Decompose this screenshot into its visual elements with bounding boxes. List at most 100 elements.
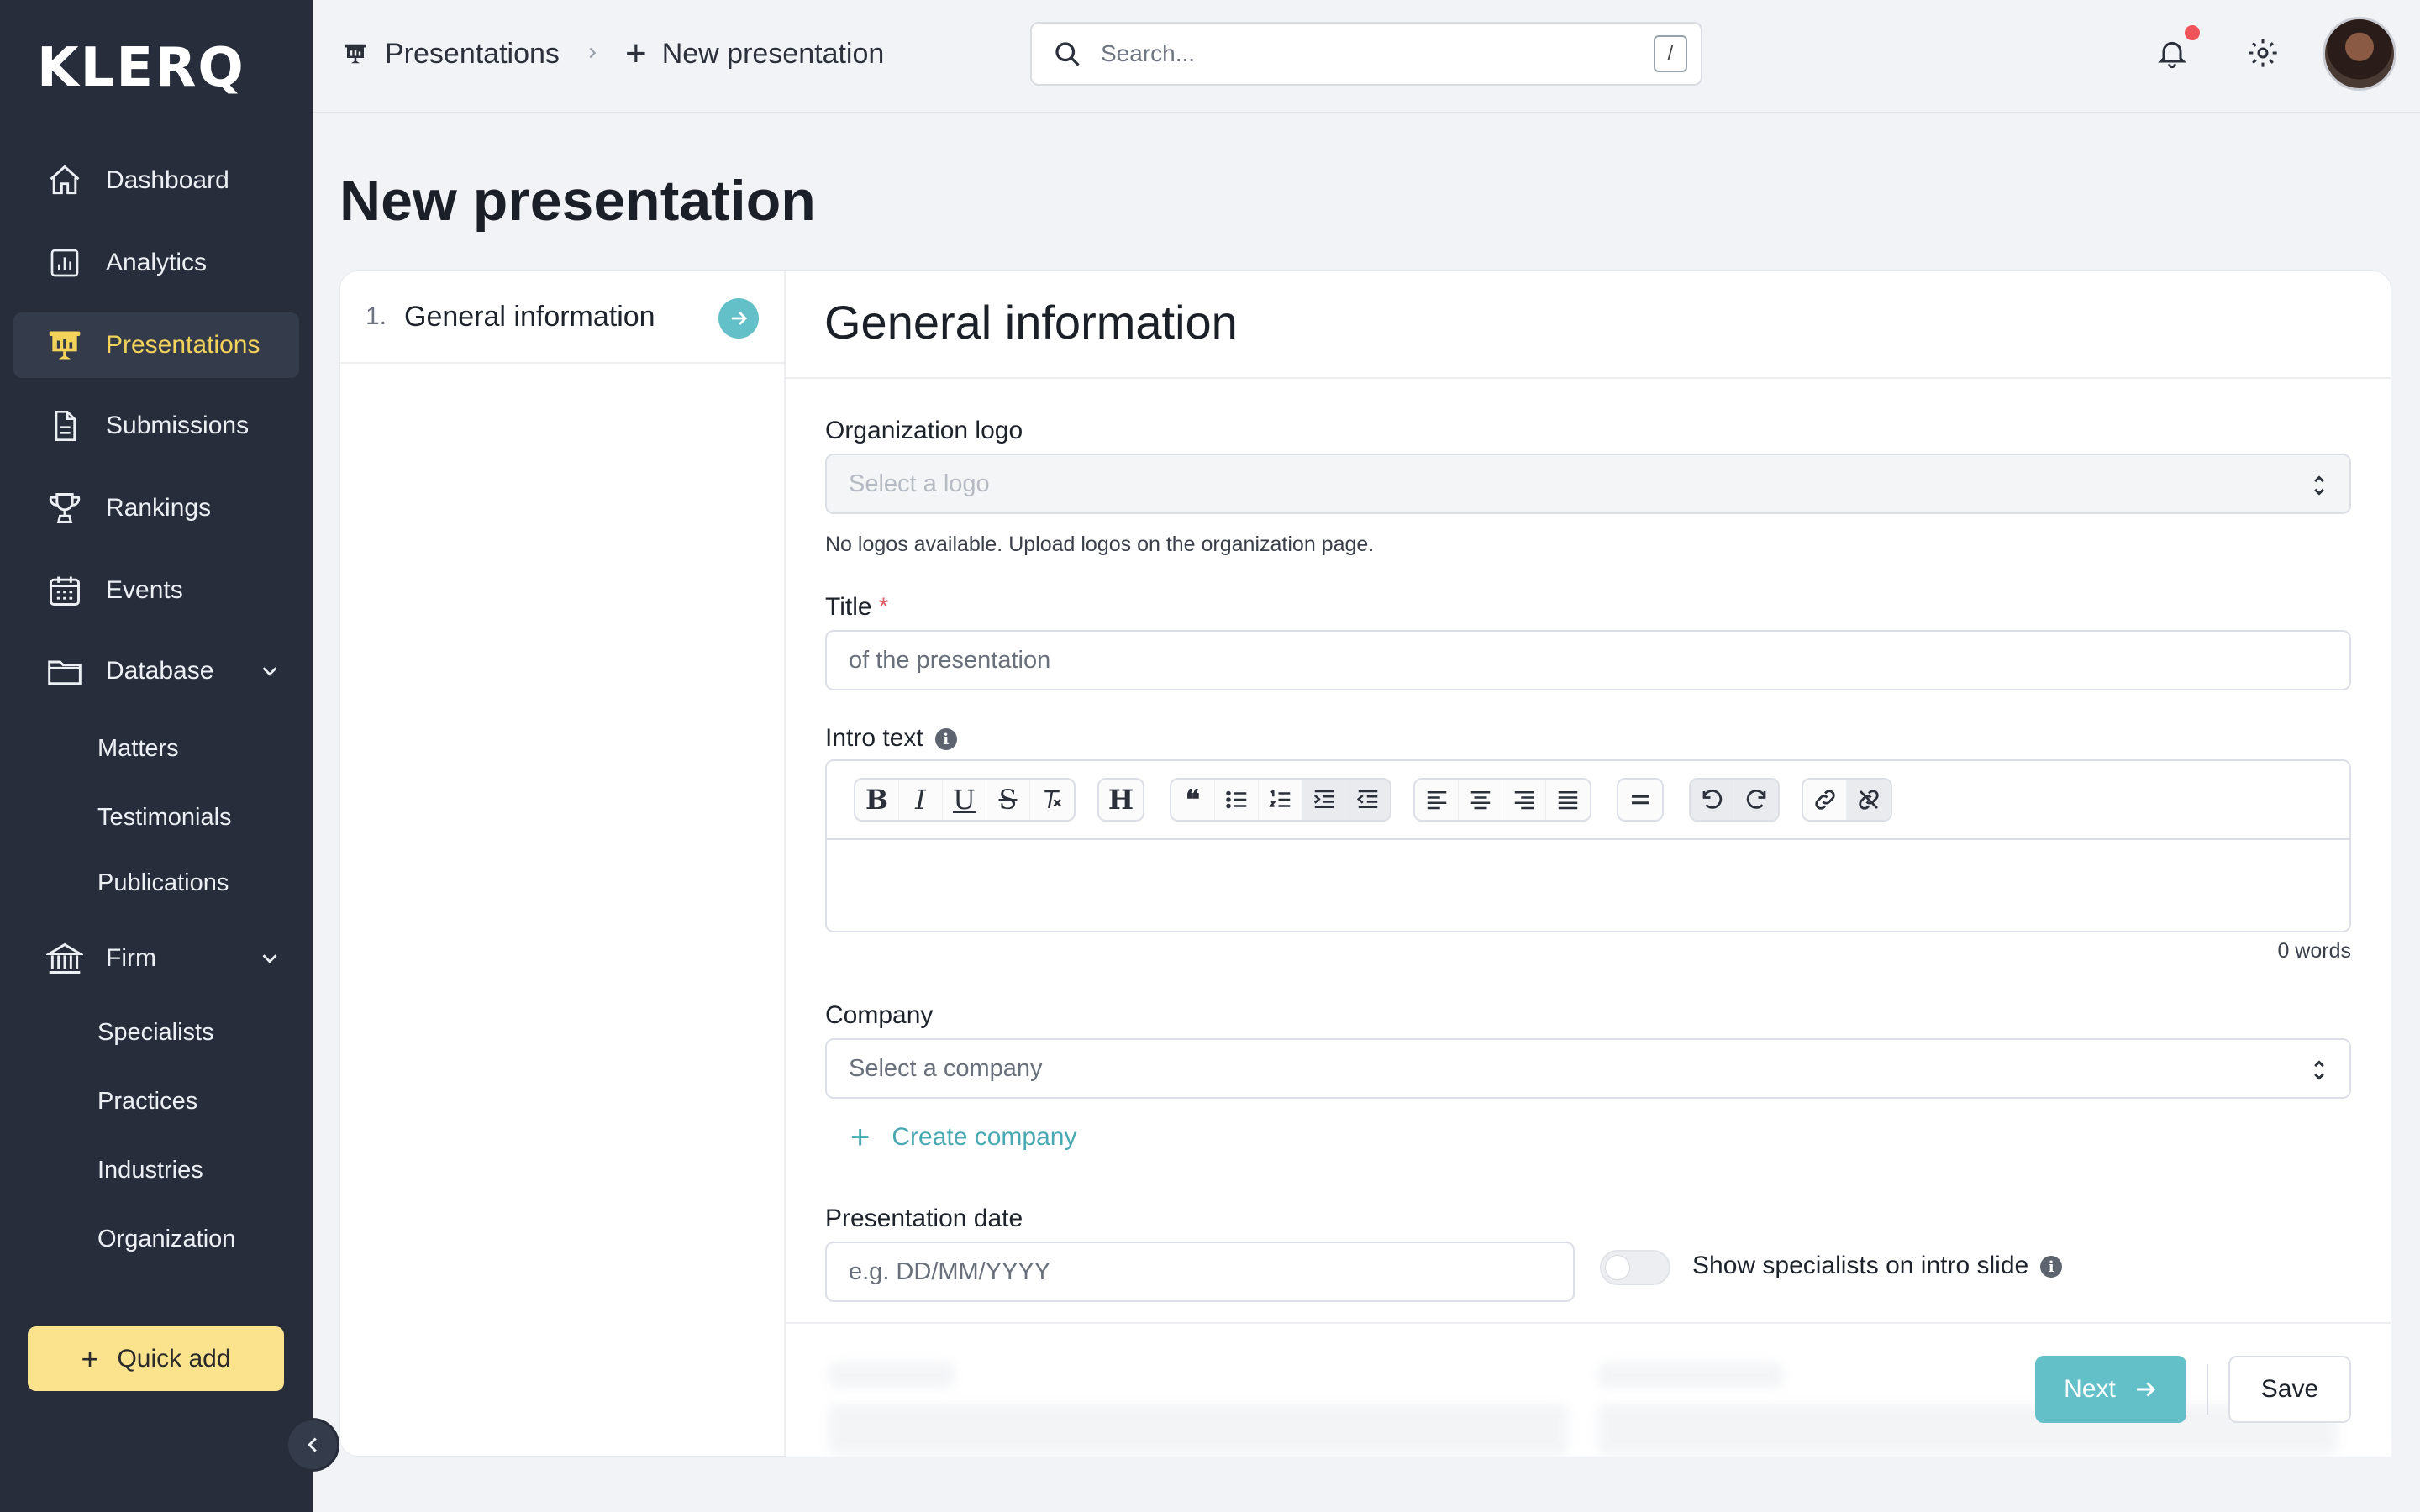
- sidebar-item-label: Rankings: [106, 494, 212, 522]
- page-title: New presentation: [339, 169, 816, 233]
- chevron-down-icon: [262, 954, 277, 963]
- sidebar-item-label: Dashboard: [106, 166, 229, 194]
- show-specialists-toggle[interactable]: [1600, 1250, 1670, 1285]
- editor-content-area[interactable]: [827, 842, 2349, 932]
- save-button[interactable]: Save: [2228, 1356, 2351, 1423]
- horizontal-rule-icon: [1632, 795, 1649, 805]
- arrow-right-icon: [2136, 1382, 2155, 1397]
- bold-button[interactable]: B: [855, 780, 899, 820]
- rule-group: [1617, 778, 1664, 822]
- unlink-button[interactable]: [1847, 780, 1891, 820]
- link-button[interactable]: [1803, 780, 1847, 820]
- faded-label: [1598, 1362, 1783, 1388]
- document-icon: [45, 407, 84, 445]
- sidebar-item-rankings[interactable]: Rankings: [13, 475, 299, 541]
- strikethrough-button[interactable]: S: [986, 780, 1030, 820]
- sidebar-subitem-matters[interactable]: Matters: [97, 727, 179, 769]
- faded-label: [829, 1362, 955, 1388]
- search-icon: [1055, 42, 1080, 66]
- form-header: General information: [786, 271, 2391, 379]
- sidebar-subitem-specialists[interactable]: Specialists: [97, 1011, 214, 1053]
- clear-format-button[interactable]: [1030, 780, 1074, 820]
- logo-help-text: No logos available. Upload logos on the …: [825, 533, 1375, 556]
- title-input[interactable]: [825, 630, 2351, 690]
- step-general-information[interactable]: 1. General information: [340, 271, 786, 364]
- form-heading: General information: [824, 296, 1238, 349]
- sidebar-subitem-organization[interactable]: Organization: [97, 1218, 235, 1260]
- italic-button[interactable]: I: [899, 780, 943, 820]
- trophy-icon: [45, 489, 84, 528]
- heading-group: H: [1097, 778, 1144, 822]
- next-button[interactable]: Next: [2035, 1356, 2186, 1423]
- word-count: 0 words: [2277, 939, 2351, 963]
- undo-button[interactable]: [1691, 780, 1734, 820]
- align-center-button[interactable]: [1459, 780, 1502, 820]
- sidebar-item-events[interactable]: Events: [13, 558, 299, 623]
- logo-select[interactable]: Select a logo: [825, 454, 2351, 514]
- sidebar-item-presentations[interactable]: Presentations: [13, 312, 299, 378]
- search-box[interactable]: /: [1030, 22, 1702, 86]
- user-avatar[interactable]: [2323, 17, 2396, 91]
- company-select[interactable]: Select a company: [825, 1038, 2351, 1099]
- sidebar-item-firm[interactable]: Firm: [13, 926, 299, 991]
- heading-button[interactable]: H: [1099, 780, 1143, 820]
- outdent-button[interactable]: [1346, 780, 1390, 820]
- align-left-button[interactable]: [1415, 780, 1459, 820]
- presentation-date-input[interactable]: [825, 1242, 1575, 1302]
- link-group: [1802, 778, 1892, 822]
- presentation-icon: [45, 326, 84, 365]
- align-right-icon: [1514, 791, 1534, 810]
- sidebar-item-submissions[interactable]: Submissions: [13, 393, 299, 459]
- underline-button[interactable]: U: [943, 780, 986, 820]
- settings-button[interactable]: [2242, 32, 2284, 74]
- sidebar-item-label: Presentations: [106, 331, 260, 359]
- arrow-right-icon: [718, 298, 759, 339]
- create-company-link[interactable]: + Create company: [850, 1121, 1076, 1154]
- home-icon: [45, 161, 84, 200]
- plus-icon: +: [850, 1119, 871, 1156]
- sidebar-item-database[interactable]: Database: [13, 638, 299, 704]
- date-label: Presentation date: [825, 1205, 1023, 1232]
- company-select-value: Select a company: [849, 1054, 1043, 1082]
- numbered-list-button[interactable]: [1259, 780, 1302, 820]
- brand-logo[interactable]: KLERQ: [37, 37, 245, 99]
- show-specialists-label-text: Show specialists on intro slide: [1692, 1252, 2029, 1279]
- redo-button[interactable]: [1734, 780, 1778, 820]
- align-right-button[interactable]: [1502, 780, 1546, 820]
- info-icon[interactable]: i: [2040, 1256, 2063, 1278]
- sidebar-subitem-industries[interactable]: Industries: [97, 1149, 203, 1191]
- breadcrumb-presentations[interactable]: Presentations: [343, 34, 560, 74]
- search-input[interactable]: [1101, 40, 1605, 67]
- sidebar-item-label: Analytics: [106, 249, 208, 276]
- sidebar-item-analytics[interactable]: Analytics: [13, 230, 299, 296]
- redo-icon: [1746, 790, 1766, 809]
- show-specialists-label: Show specialists on intro slide i: [1692, 1252, 2063, 1280]
- align-justify-button[interactable]: [1546, 780, 1590, 820]
- search-shortcut-key: /: [1654, 35, 1687, 72]
- bullet-list-button[interactable]: [1215, 780, 1259, 820]
- notification-badge: [2185, 25, 2200, 40]
- sidebar-subitem-testimonials[interactable]: Testimonials: [97, 796, 232, 838]
- folder-icon: [45, 652, 84, 690]
- next-label: Next: [2064, 1375, 2116, 1403]
- info-icon[interactable]: i: [934, 728, 957, 751]
- indent-button[interactable]: [1302, 780, 1346, 820]
- steps-panel: 1. General information: [340, 271, 786, 1456]
- intro-text-editor: B I U S H ❝: [825, 759, 2351, 932]
- collapse-sidebar-button[interactable]: [286, 1418, 339, 1472]
- sidebar-subitem-practices[interactable]: Practices: [97, 1080, 197, 1122]
- numbered-list-icon: [1268, 789, 1290, 807]
- sidebar-subitem-publications[interactable]: Publications: [97, 862, 229, 904]
- blockquote-button[interactable]: ❝: [1171, 780, 1215, 820]
- horizontal-rule-button[interactable]: [1618, 780, 1662, 820]
- plus-icon: +: [81, 1341, 99, 1376]
- align-center-icon: [1470, 791, 1490, 810]
- toggle-knob: [1605, 1255, 1630, 1280]
- breadcrumb-new-presentation[interactable]: + New presentation: [625, 34, 884, 74]
- quick-add-button[interactable]: + Quick add: [28, 1326, 284, 1391]
- sidebar-item-dashboard[interactable]: Dashboard: [13, 148, 299, 213]
- calendar-icon: [45, 571, 84, 610]
- faded-field: [829, 1404, 1568, 1455]
- chevron-left-icon: [308, 1437, 317, 1452]
- align-group: [1413, 778, 1591, 822]
